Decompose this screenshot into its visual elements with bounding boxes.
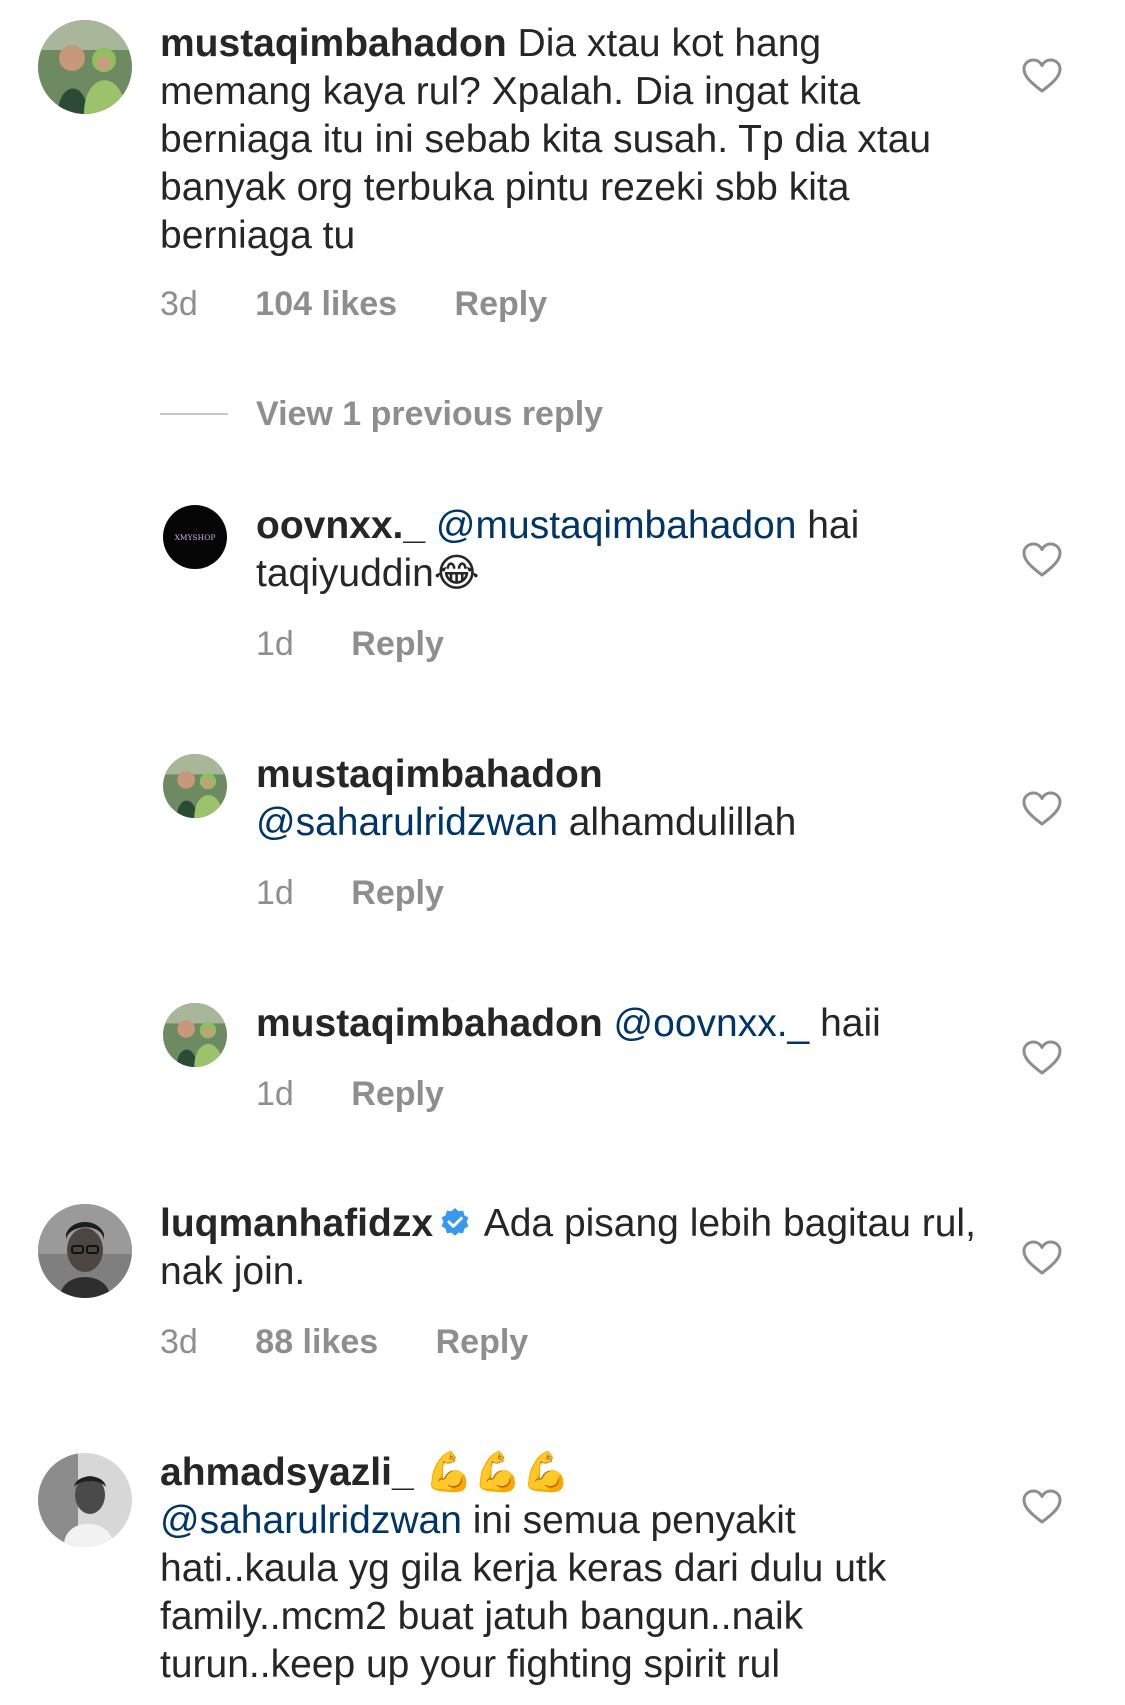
comment-timestamp: 3d [160,1323,198,1361]
comment-username[interactable]: luqmanhafidzx [160,1202,433,1245]
reply-button[interactable]: Reply [455,284,548,324]
reply-username[interactable]: oovnxx._ [256,504,425,547]
couple-photo-avatar [38,20,132,114]
avatar[interactable] [163,754,227,818]
like-heart-icon[interactable] [1022,1489,1062,1525]
reply-button[interactable]: Reply [351,873,444,913]
avatar[interactable] [38,1453,132,1547]
divider-line [160,413,228,415]
man-white-shirt-avatar [38,1453,132,1547]
mention-link[interactable]: @saharulridzwan [256,801,558,844]
mention-link[interactable]: @oovnxx._ [614,1002,810,1045]
reply-timestamp: 1d [256,874,294,912]
like-heart-icon[interactable] [1022,1040,1062,1076]
view-previous-replies-label[interactable]: View 1 previous reply [256,392,603,436]
likes-count[interactable]: 104 likes [255,284,397,324]
reply-timestamp: 1d [256,1075,294,1113]
couple-photo-avatar [163,754,227,818]
reply-button[interactable]: Reply [351,1074,444,1114]
avatar[interactable] [38,1204,132,1298]
comment-username[interactable]: mustaqimbahadon [160,22,507,65]
mention-link[interactable]: @mustaqimbahadon [436,504,796,547]
reply-timestamp: 1d [256,625,294,663]
like-heart-icon[interactable] [1022,1240,1062,1276]
flexed-biceps-emoji-icon: 💪💪💪 [424,1450,571,1495]
likes-count[interactable]: 88 likes [255,1322,378,1362]
avatar[interactable] [38,20,132,114]
reply-button[interactable]: Reply [436,1322,529,1362]
couple-photo-avatar [163,1003,227,1067]
laughing-emoji-icon: 😂 [433,551,480,596]
avatar[interactable] [163,1003,227,1067]
reply-text: haii [820,1002,881,1045]
avatar[interactable]: XMYSHOP [163,505,227,569]
reply-username[interactable]: mustaqimbahadon [256,753,603,796]
shop-logo-text: XMYSHOP [175,533,216,542]
verified-badge-icon [439,1207,471,1239]
man-with-glasses-avatar [38,1204,132,1298]
reply-button[interactable]: Reply [351,624,444,664]
comment-timestamp: 3d [160,285,198,323]
reply-username[interactable]: mustaqimbahadon [256,1002,603,1045]
comment-username[interactable]: ahmadsyazli_ [160,1451,414,1494]
like-heart-icon[interactable] [1022,542,1062,578]
mention-link[interactable]: @saharulridzwan [160,1499,462,1542]
like-heart-icon[interactable] [1022,58,1062,94]
reply-text: alhamdulillah [568,801,797,844]
like-heart-icon[interactable] [1022,791,1062,827]
